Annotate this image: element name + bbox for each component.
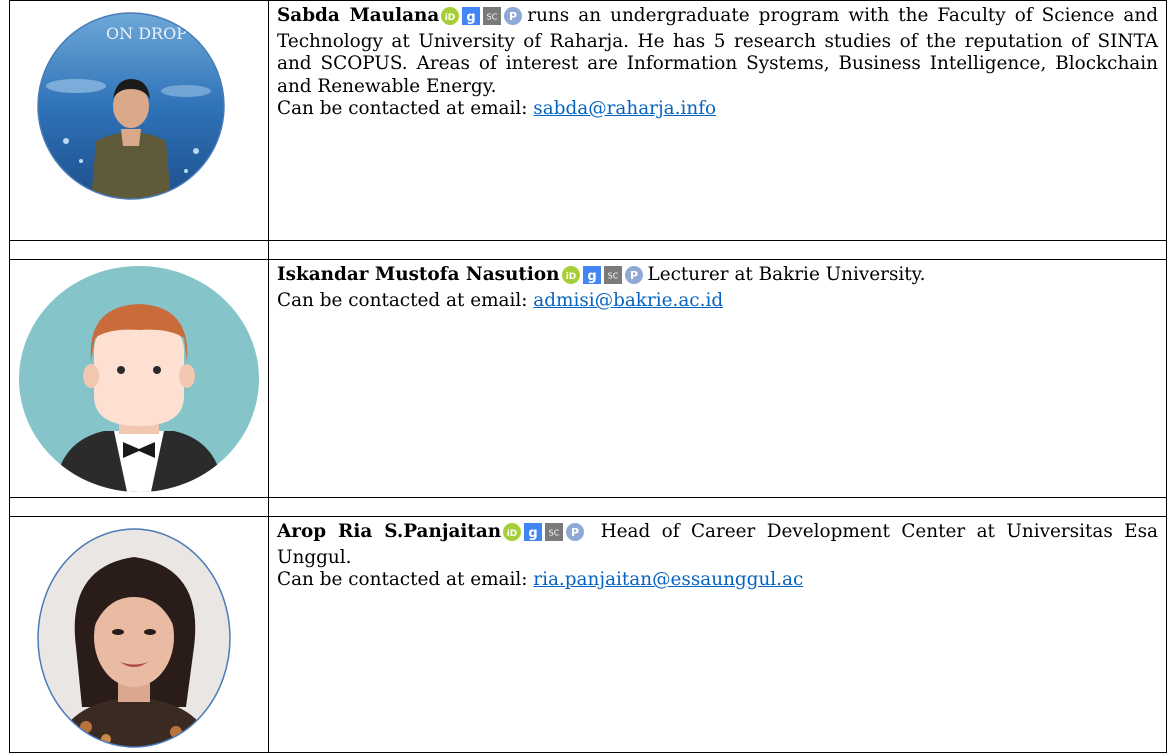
profile-photo-arop — [37, 528, 231, 748]
bio-cell-1: Sabda Maulana iD g SC P runs an undergradua… — [268, 0, 1167, 241]
spacer-cell — [9, 497, 269, 517]
spacer-row-2 — [9, 497, 1167, 517]
spacer-cell — [268, 240, 1167, 260]
svg-text:SC: SC — [549, 528, 560, 537]
publons-icon[interactable]: P — [504, 6, 523, 31]
spacer-cell — [9, 240, 269, 260]
contact-line-3: Can be contacted at email: ria.panjaitan… — [277, 569, 1158, 591]
email-link[interactable]: ria.panjaitan@essaunggul.ac — [533, 569, 803, 590]
photo-cell-3 — [9, 516, 269, 753]
svg-text:ON DROP: ON DROP — [106, 24, 187, 43]
profile-row-3: Arop Ria S.Panjaitan iD g SC P Head of Care… — [9, 516, 1167, 753]
photo-cell-1: ON DROP — [9, 0, 269, 241]
google-scholar-icon[interactable]: g — [462, 6, 481, 31]
photo-cell-2 — [9, 259, 269, 498]
svg-text:iD: iD — [565, 272, 576, 282]
profile-avatar-illustration — [19, 266, 259, 492]
contact-label: Can be contacted at email: — [277, 290, 534, 312]
orcid-icon[interactable]: iD — [561, 265, 580, 290]
email-link[interactable]: sabda@raharja.info — [533, 98, 716, 119]
bio-paragraph-1: Sabda Maulana iD g SC P runs an undergradua… — [277, 5, 1158, 98]
contact-line-1: Can be contacted at email: sabda@raharja… — [277, 98, 1158, 120]
author-name: Iskandar Mustofa Nasution — [277, 264, 560, 285]
google-scholar-icon[interactable]: g — [582, 265, 601, 290]
author-bio: Lecturer at Bakrie University. — [647, 264, 926, 285]
bio-paragraph-3: Arop Ria S.Panjaitan iD g SC P Head of Care… — [277, 521, 1158, 569]
publons-icon[interactable]: P — [624, 265, 643, 290]
orcid-icon[interactable]: iD — [503, 522, 522, 547]
bio-cell-3: Arop Ria S.Panjaitan iD g SC P Head of Care… — [268, 516, 1167, 753]
profile-row-1: ON DROP Sabda Maulana iD g SC P runs an und… — [9, 0, 1167, 241]
svg-text:P: P — [571, 526, 579, 539]
scopus-icon[interactable]: SC — [483, 6, 502, 31]
svg-text:iD: iD — [445, 13, 456, 23]
svg-text:SC: SC — [487, 12, 498, 21]
orcid-icon[interactable]: iD — [441, 6, 460, 31]
scopus-icon[interactable]: SC — [603, 265, 622, 290]
svg-text:g: g — [529, 526, 538, 541]
author-name: Sabda Maulana — [277, 5, 440, 26]
author-name: Arop Ria S.Panjaitan — [277, 521, 502, 542]
svg-text:iD: iD — [507, 529, 518, 539]
scopus-icon[interactable]: SC — [545, 522, 564, 547]
svg-text:P: P — [629, 269, 637, 282]
email-link[interactable]: admisi@bakrie.ac.id — [533, 290, 723, 311]
publons-icon[interactable]: P — [566, 522, 585, 547]
author-bio-table: ON DROP Sabda Maulana iD g SC P runs an und… — [9, 0, 1167, 753]
contact-line-2: Can be contacted at email: admisi@bakrie… — [277, 290, 1158, 312]
profile-photo-sabda: ON DROP — [37, 12, 225, 200]
google-scholar-icon[interactable]: g — [524, 522, 543, 547]
contact-label: Can be contacted at email: — [277, 98, 534, 120]
svg-text:P: P — [509, 10, 517, 23]
contact-label: Can be contacted at email: — [277, 569, 534, 591]
bio-cell-2: Iskandar Mustofa Nasution iD g SC P Lecture… — [268, 259, 1167, 498]
spacer-cell — [268, 497, 1167, 517]
profile-row-2: Iskandar Mustofa Nasution iD g SC P Lecture… — [9, 259, 1167, 498]
svg-text:g: g — [587, 269, 596, 284]
bio-paragraph-2: Iskandar Mustofa Nasution iD g SC P Lecture… — [277, 264, 1158, 290]
svg-text:SC: SC — [607, 271, 618, 280]
svg-text:g: g — [467, 10, 476, 25]
spacer-row-1 — [9, 240, 1167, 260]
